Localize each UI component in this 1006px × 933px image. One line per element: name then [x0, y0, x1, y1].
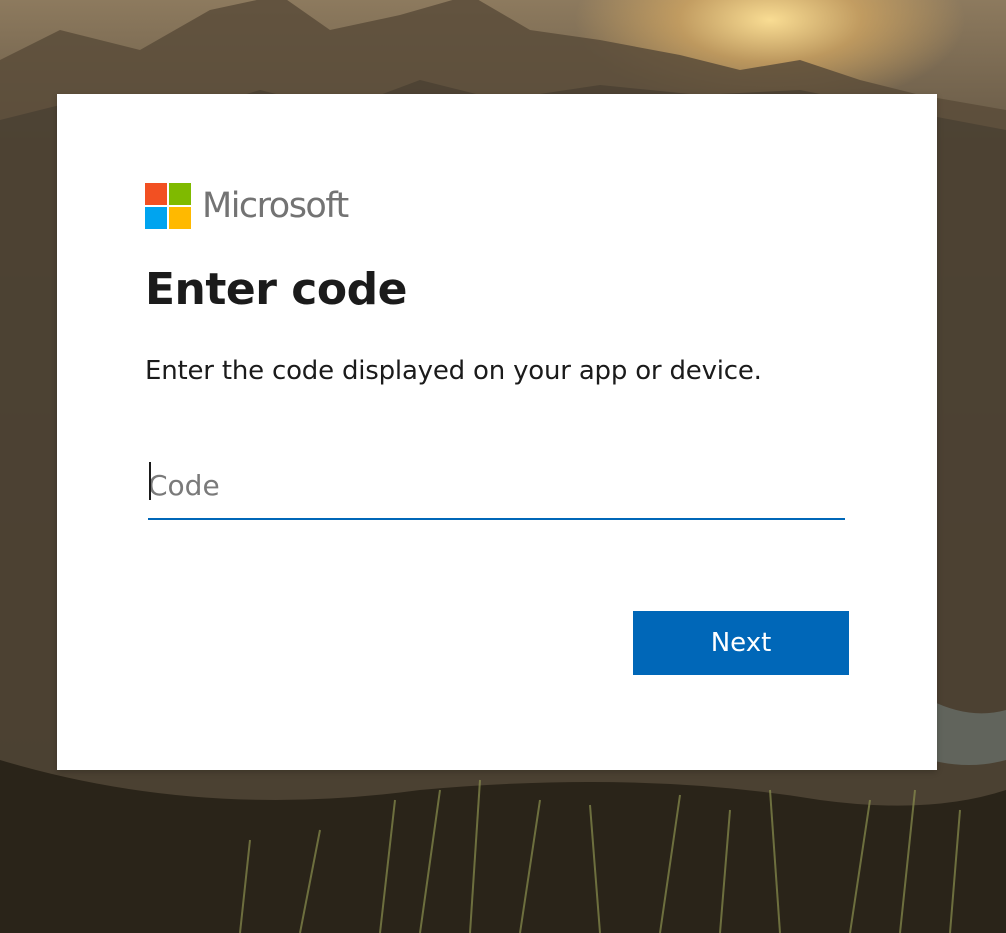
page-description: Enter the code displayed on your app or …: [145, 356, 762, 386]
sign-in-card: Microsoft Enter code Enter the code disp…: [57, 94, 937, 770]
logo-square-red: [145, 183, 167, 205]
microsoft-logo: Microsoft: [145, 182, 349, 230]
microsoft-logo-icon: [145, 183, 191, 229]
logo-square-yellow: [169, 207, 191, 229]
text-cursor: [149, 462, 151, 500]
brand-name: Microsoft: [202, 186, 349, 226]
code-field-container: [148, 454, 845, 520]
logo-square-blue: [145, 207, 167, 229]
page-title: Enter code: [145, 264, 407, 315]
code-input[interactable]: [148, 454, 845, 516]
next-button[interactable]: Next: [633, 611, 849, 675]
logo-square-green: [169, 183, 191, 205]
